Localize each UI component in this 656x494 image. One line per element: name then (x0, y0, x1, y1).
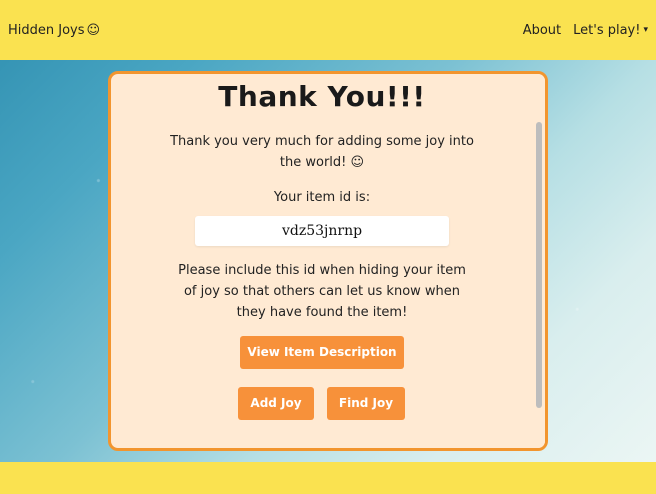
add-joy-button[interactable]: Add Joy (238, 387, 314, 420)
lets-play-dropdown[interactable]: Let's play! ▾ (573, 23, 648, 38)
navbar: Hidden Joys ☺ About Let's play! ▾ (0, 0, 656, 60)
find-joy-button[interactable]: Find Joy (327, 387, 405, 420)
instructions-text: Please include this id when hiding your … (178, 263, 466, 320)
scrollbar-thumb[interactable] (536, 122, 542, 408)
brand-link[interactable]: Hidden Joys ☺ (8, 23, 100, 38)
page-title: Thank You!!! (218, 80, 426, 113)
thank-you-card: Thank You!!! Thank you very much for add… (108, 71, 548, 451)
card-content: Thank You!!! Thank you very much for add… (111, 74, 533, 448)
nav-menu: About Let's play! ▾ (523, 23, 648, 38)
chevron-down-icon: ▾ (643, 24, 648, 35)
about-link[interactable]: About (523, 23, 561, 38)
thanks-message: Thank you very much for adding some joy … (170, 134, 474, 170)
item-id-label: Your item id is: (273, 190, 371, 205)
item-id-box: vdz53jnrnp (195, 216, 449, 246)
lets-play-label: Let's play! (573, 22, 641, 38)
brand-label: Hidden Joys (8, 22, 85, 38)
smiley-icon: ☺ (86, 22, 101, 38)
footer (0, 462, 656, 494)
view-item-description-button[interactable]: View Item Description (240, 336, 404, 369)
card-scrollbar[interactable] (533, 74, 545, 448)
